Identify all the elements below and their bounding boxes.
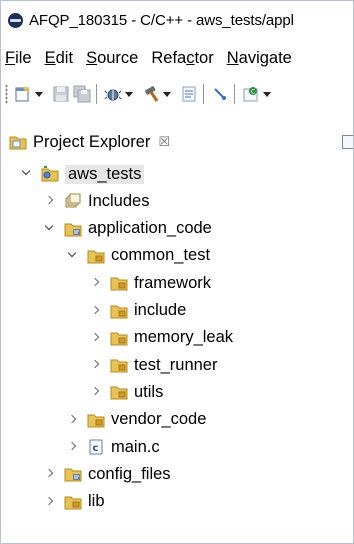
menu-source-label: ource: [97, 48, 139, 67]
menu-navigate-mnemonic: N: [226, 48, 239, 67]
tree-item[interactable]: c main.c: [67, 434, 160, 460]
toolbar-separator: [234, 84, 235, 104]
tree-item-label: include: [134, 301, 187, 319]
tree-item[interactable]: test_runner: [90, 352, 217, 378]
pin-icon[interactable]: [211, 85, 229, 103]
tree-item[interactable]: framework: [90, 270, 211, 296]
tree-item[interactable]: Includes: [44, 188, 149, 214]
menu-edit-label: dit: [55, 48, 74, 67]
tree-item-label: memory_leak: [134, 328, 234, 347]
menu-refactor-label-end: tor: [194, 48, 214, 67]
folder-icon: [64, 494, 82, 510]
tree-item-label: aws_tests: [65, 164, 145, 184]
folder-icon: [110, 384, 128, 400]
tree-item-label: Includes: [88, 191, 150, 210]
menu-edit[interactable]: Edit: [45, 49, 73, 68]
expand-arrow-icon[interactable]: [90, 276, 102, 290]
menu-file-mnemonic: F: [5, 48, 16, 67]
collapse-arrow-icon[interactable]: [21, 167, 33, 181]
project-icon: [41, 166, 59, 182]
menu-edit-mnemonic: E: [44, 48, 56, 67]
new-dropdown-arrow[interactable]: [35, 91, 43, 97]
tree-item-label: test_runner: [134, 355, 218, 374]
save-all-icon[interactable]: [73, 85, 91, 103]
folder-icon: [87, 412, 105, 428]
expand-arrow-icon[interactable]: [90, 358, 102, 372]
expand-arrow-icon[interactable]: [44, 495, 56, 509]
menu-refactor-label-start: Refa: [151, 48, 187, 67]
menu-file-label: ile: [15, 48, 32, 67]
folder-icon: [110, 303, 128, 319]
build-dropdown-arrow[interactable]: [163, 91, 171, 97]
tree-item-label: utils: [134, 382, 164, 401]
expand-arrow-icon[interactable]: [67, 413, 79, 427]
includes-icon: [64, 193, 82, 209]
c-file-icon: c: [87, 439, 105, 455]
tree-item[interactable]: common_test: [67, 243, 210, 269]
menu-source-mnemonic: S: [86, 48, 98, 67]
tree-item-label: main.c: [111, 437, 160, 456]
expand-arrow-icon[interactable]: [90, 385, 102, 399]
project-explorer-icon: [9, 134, 27, 150]
menu-navigate-label: avigate: [238, 48, 292, 67]
new-file-icon[interactable]: [14, 85, 32, 103]
toolbar-separator: [96, 84, 97, 104]
collapse-arrow-icon[interactable]: [44, 222, 56, 236]
folder-icon: [87, 248, 105, 264]
debug-icon[interactable]: [104, 85, 122, 103]
tree-item-label: vendor_code: [111, 410, 207, 429]
expand-arrow-icon[interactable]: [90, 331, 102, 345]
tree-item-label: application_code: [88, 219, 212, 238]
tree-item-label: common_test: [111, 246, 211, 265]
eclipse-window: AFQP_180315 - C/C++ - aws_tests/appl Fil…: [0, 0, 354, 544]
new-class-dropdown-arrow[interactable]: [263, 91, 271, 97]
source-folder-icon: [64, 221, 82, 237]
build-hammer-icon[interactable]: [142, 85, 160, 103]
svg-text:C: C: [251, 89, 255, 96]
menu-source[interactable]: Source: [86, 49, 138, 68]
tree-item[interactable]: memory_leak: [90, 325, 233, 351]
folder-icon: [110, 275, 128, 291]
expand-arrow-icon[interactable]: [44, 194, 56, 208]
menu-file[interactable]: File: [5, 49, 32, 68]
tree-item[interactable]: application_code: [44, 216, 212, 242]
debug-dropdown-arrow[interactable]: [125, 91, 133, 97]
toolbar-grip[interactable]: [5, 84, 8, 104]
view-minimize-button[interactable]: [342, 135, 353, 149]
expand-arrow-icon[interactable]: [67, 440, 79, 454]
save-icon[interactable]: [52, 85, 70, 103]
tree-item[interactable]: utils: [90, 379, 163, 405]
new-class-icon[interactable]: C: [242, 85, 260, 103]
main-toolbar: C: [1, 79, 353, 109]
tree-item[interactable]: config_files: [44, 461, 171, 487]
build-target-icon[interactable]: [180, 85, 198, 103]
expand-arrow-icon[interactable]: [90, 304, 102, 318]
source-folder-icon: [64, 466, 82, 482]
svg-text:c: c: [93, 443, 99, 454]
expand-arrow-icon[interactable]: [44, 467, 56, 481]
tree-item-label: framework: [134, 273, 212, 292]
menu-navigate[interactable]: Navigate: [227, 49, 292, 68]
folder-icon: [110, 357, 128, 373]
menu-bar: File Edit Source Refactor Navigate: [1, 43, 353, 73]
tab-close-icon[interactable]: ☒: [158, 134, 170, 150]
folder-icon: [110, 330, 128, 346]
title-bar: AFQP_180315 - C/C++ - aws_tests/appl: [1, 1, 353, 39]
tree-item-label: config_files: [88, 464, 171, 483]
project-explorer-title: Project Explorer: [33, 132, 151, 151]
tree-item-label: lib: [88, 492, 105, 511]
tab-project-explorer[interactable]: Project Explorer ☒: [9, 125, 170, 159]
eclipse-app-icon: [8, 12, 23, 28]
toolbar-separator: [203, 84, 204, 104]
tree-item[interactable]: aws_tests: [21, 161, 145, 187]
collapse-arrow-icon[interactable]: [67, 249, 79, 263]
tree-item[interactable]: include: [90, 298, 186, 324]
project-explorer-view: Project Explorer ☒ aws_tests Includes appl…: [1, 117, 353, 543]
tree-item[interactable]: vendor_code: [67, 407, 206, 433]
window-title: AFQP_180315 - C/C++ - aws_tests/appl: [29, 11, 294, 29]
tree-item[interactable]: lib: [44, 489, 105, 515]
menu-refactor[interactable]: Refactor: [151, 49, 213, 68]
